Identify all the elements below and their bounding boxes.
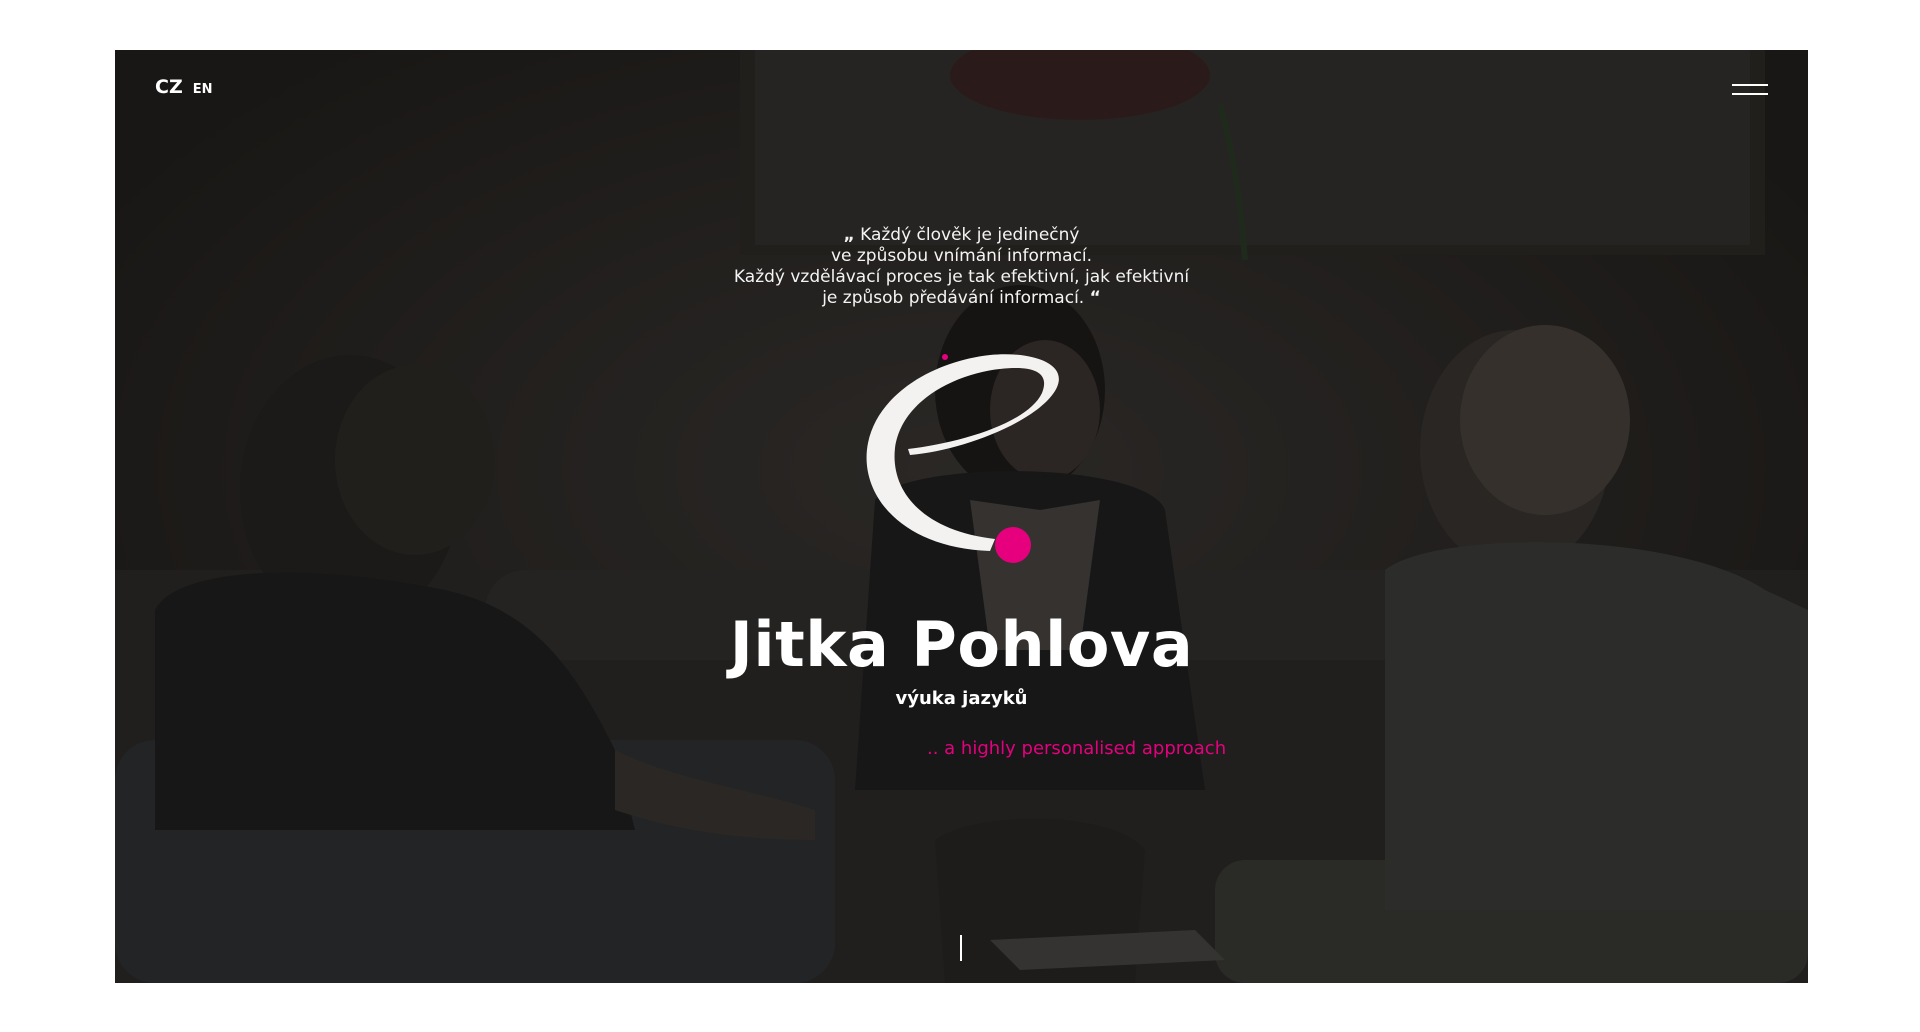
quote-open-mark: „ (843, 225, 855, 245)
language-switcher: CZ EN (155, 76, 213, 98)
menu-line-bottom (1732, 93, 1768, 95)
scroll-indicator[interactable] (960, 935, 962, 961)
hamburger-menu-icon[interactable] (1732, 80, 1768, 100)
language-cz-link[interactable]: CZ (155, 76, 183, 98)
language-en-link[interactable]: EN (193, 82, 213, 97)
brand-logo-icon (866, 354, 1059, 563)
quote-line-4: je způsob předávání informací. “ (822, 288, 1101, 308)
quote-close-mark: “ (1089, 288, 1101, 308)
menu-line-top (1732, 84, 1768, 86)
hero-section: CZ EN „ Každý člověk je jedinečný ve způ… (115, 50, 1808, 983)
hero-subtitle: výuka jazyků (895, 688, 1028, 709)
quote-line-1: „ Každý člověk je jedinečný (843, 225, 1080, 245)
quote-line-2: ve způsobu vnímání informací. (830, 246, 1093, 266)
quote-line-3: Každý vzdělávací proces je tak efektivní… (733, 267, 1190, 287)
hero-title: Jitka Pohlova (729, 608, 1194, 681)
motto-quote: „ Každý člověk je jedinečný ve způsobu v… (115, 225, 1808, 309)
hero-tagline: .. a highly personalised approach (927, 738, 1227, 759)
